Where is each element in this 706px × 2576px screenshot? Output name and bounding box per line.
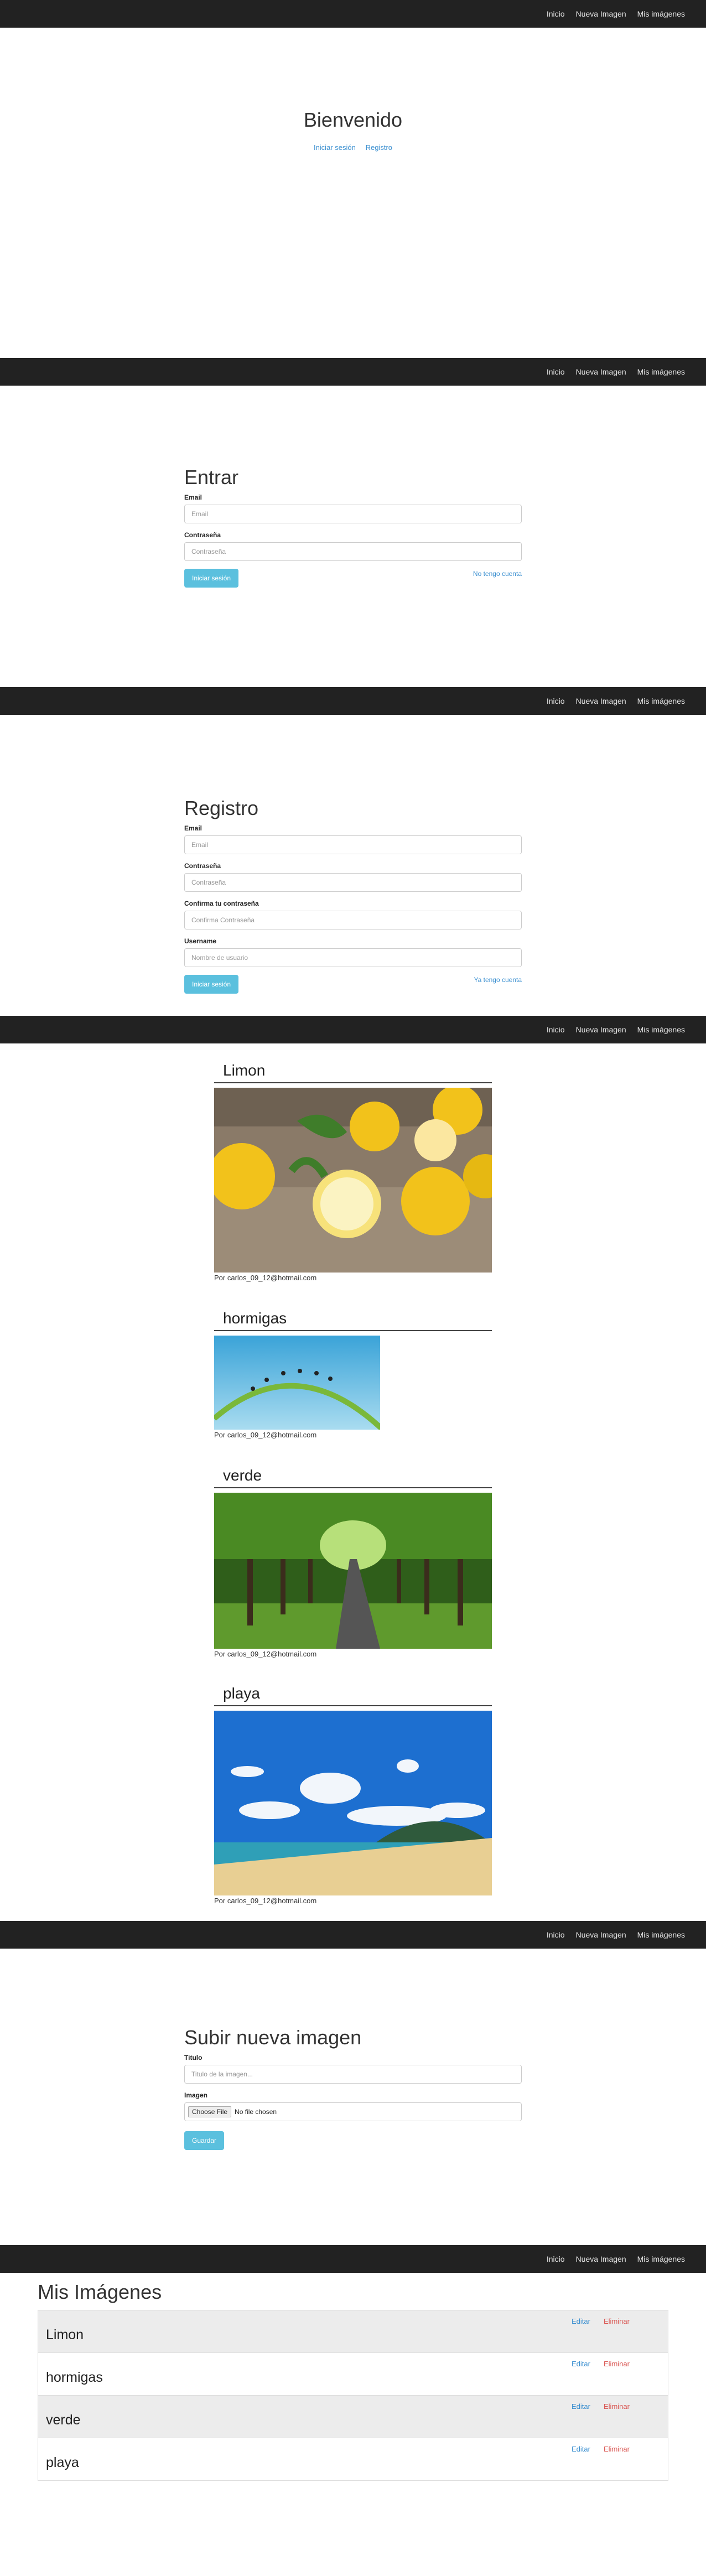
my-images-title: Mis Imágenes [38, 2281, 162, 2303]
username-label: Username [184, 937, 217, 945]
item-title: verde [46, 2412, 81, 2428]
home-section: Bienvenido Iniciar sesión Registro [0, 108, 706, 153]
save-button[interactable]: Guardar [184, 2131, 225, 2150]
list-item: verde Editar Eliminar [38, 2395, 668, 2438]
item-title: Limon [46, 2327, 84, 2343]
post-author: Por carlos_09_12@hotmail.com [214, 1650, 317, 1658]
post-image-green-road [214, 1493, 492, 1649]
nav-mis-imagenes[interactable]: Mis imágenes [632, 367, 691, 376]
post-card: playa Por carlos_09_12@hotmail.com [214, 1681, 492, 1905]
confirm-password-label: Confirma tu contraseña [184, 900, 259, 907]
post-image-ants [214, 1336, 380, 1430]
nav-nueva-imagen[interactable]: Nueva Imagen [570, 1025, 632, 1034]
password-label: Contraseña [184, 862, 221, 870]
edit-link[interactable]: Editar [572, 2402, 590, 2411]
delete-link[interactable]: Eliminar [604, 2402, 630, 2411]
post-title: verde [214, 1463, 492, 1488]
nav-inicio[interactable]: Inicio [541, 9, 570, 18]
nav-inicio[interactable]: Inicio [541, 2255, 570, 2263]
confirm-password-field[interactable]: Confirma Contraseña [184, 911, 522, 929]
nav-mis-imagenes[interactable]: Mis imágenes [632, 1025, 691, 1034]
navbar: Inicio Nueva Imagen Mis imágenes [0, 2245, 706, 2273]
password-field[interactable]: Contraseña [184, 542, 522, 561]
titulo-field[interactable]: Titulo de la imagen... [184, 2065, 522, 2084]
nav-inicio[interactable]: Inicio [541, 1930, 570, 1939]
post-author: Por carlos_09_12@hotmail.com [214, 1274, 317, 1282]
post-card: verde Por carlos_09_12@hotmail.com [214, 1463, 492, 1658]
home-register-link[interactable]: Registro [366, 143, 392, 152]
item-title: playa [46, 2455, 79, 2470]
nav-nueva-imagen[interactable]: Nueva Imagen [570, 2255, 632, 2263]
edit-link[interactable]: Editar [572, 2317, 590, 2325]
nav-inicio[interactable]: Inicio [541, 697, 570, 705]
home-login-link[interactable]: Iniciar sesión [314, 143, 356, 152]
nav-nueva-imagen[interactable]: Nueva Imagen [570, 697, 632, 705]
navbar: Inicio Nueva Imagen Mis imágenes [0, 0, 706, 28]
post-image-beach [214, 1711, 492, 1895]
upload-form: Subir nueva imagen Titulo Titulo de la i… [184, 2026, 522, 2150]
delete-link[interactable]: Eliminar [604, 2445, 630, 2453]
email-label: Email [184, 824, 203, 832]
have-account-link[interactable]: Ya tengo cuenta [474, 976, 522, 984]
delete-link[interactable]: Eliminar [604, 2360, 630, 2368]
post-image-lemons [214, 1088, 492, 1273]
nav-nueva-imagen[interactable]: Nueva Imagen [570, 1930, 632, 1939]
list-item: playa Editar Eliminar [38, 2438, 668, 2481]
imagen-label: Imagen [184, 2091, 208, 2099]
post-title: Limon [214, 1058, 492, 1083]
login-form: Entrar Email Email Contraseña Contraseña… [184, 466, 522, 588]
nav-mis-imagenes[interactable]: Mis imágenes [632, 697, 691, 705]
nav-inicio[interactable]: Inicio [541, 1025, 570, 1034]
register-button[interactable]: Iniciar sesión [184, 975, 239, 994]
email-label: Email [184, 494, 203, 501]
list-item: hormigas Editar Eliminar [38, 2352, 668, 2396]
list-item: Limon Editar Eliminar [38, 2310, 668, 2353]
choose-file-button[interactable]: Choose File [188, 2106, 232, 2117]
post-card: hormigas Por carlos_09_12@hotmail.com [214, 1306, 492, 1439]
register-title: Registro [184, 797, 259, 819]
delete-link[interactable]: Eliminar [604, 2317, 630, 2325]
nav-mis-imagenes[interactable]: Mis imágenes [632, 2255, 691, 2263]
item-title: hormigas [46, 2370, 103, 2385]
post-title: hormigas [214, 1306, 492, 1331]
navbar: Inicio Nueva Imagen Mis imágenes [0, 358, 706, 386]
post-card: Limon Por carlos_09_12@hotmail.com [214, 1058, 492, 1282]
email-field[interactable]: Email [184, 505, 522, 523]
login-button[interactable]: Iniciar sesión [184, 569, 239, 588]
titulo-label: Titulo [184, 2054, 203, 2061]
no-account-link[interactable]: No tengo cuenta [473, 570, 522, 578]
login-title: Entrar [184, 466, 239, 489]
edit-link[interactable]: Editar [572, 2360, 590, 2368]
edit-link[interactable]: Editar [572, 2445, 590, 2453]
upload-title: Subir nueva imagen [184, 2026, 362, 2049]
navbar: Inicio Nueva Imagen Mis imágenes [0, 1921, 706, 1949]
nav-mis-imagenes[interactable]: Mis imágenes [632, 1930, 691, 1939]
home-title: Bienvenido [303, 108, 403, 131]
post-author: Por carlos_09_12@hotmail.com [214, 1431, 317, 1439]
username-field[interactable]: Nombre de usuario [184, 948, 522, 967]
password-field[interactable]: Contraseña [184, 873, 522, 892]
post-title: playa [214, 1681, 492, 1706]
navbar: Inicio Nueva Imagen Mis imágenes [0, 687, 706, 715]
nav-nueva-imagen[interactable]: Nueva Imagen [570, 9, 632, 18]
nav-nueva-imagen[interactable]: Nueva Imagen [570, 367, 632, 376]
navbar: Inicio Nueva Imagen Mis imágenes [0, 1016, 706, 1043]
nav-mis-imagenes[interactable]: Mis imágenes [632, 9, 691, 18]
post-author: Por carlos_09_12@hotmail.com [214, 1897, 317, 1905]
register-form: Registro Email Email Contraseña Contrase… [184, 797, 522, 994]
no-file-text: No file chosen [235, 2108, 277, 2116]
nav-inicio[interactable]: Inicio [541, 367, 570, 376]
password-label: Contraseña [184, 531, 221, 539]
file-input[interactable]: Choose File No file chosen [184, 2102, 522, 2121]
email-field[interactable]: Email [184, 835, 522, 854]
my-images-section: Mis Imágenes Limon Editar Eliminar hormi… [38, 2281, 668, 2481]
